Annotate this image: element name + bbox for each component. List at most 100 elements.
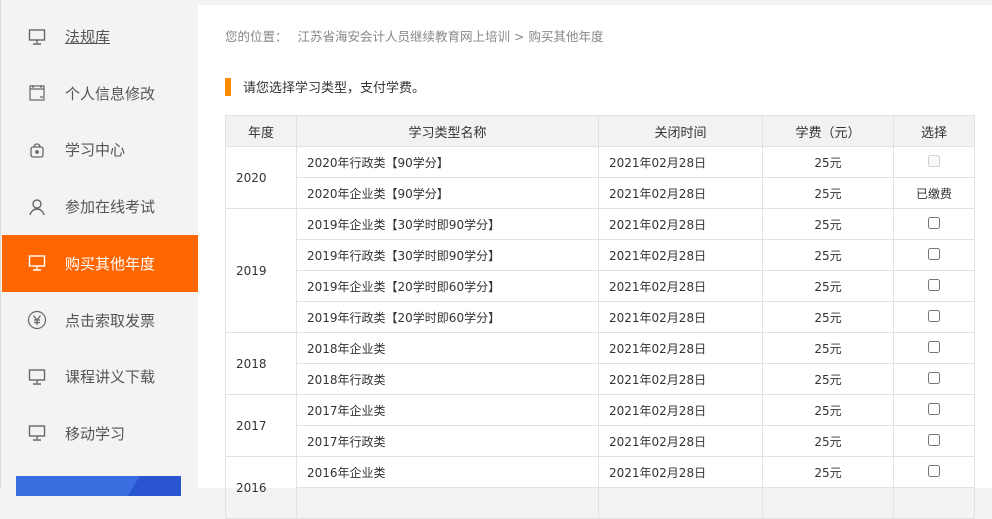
close-date (598, 487, 763, 519)
close-date: 2021年02月28日 (598, 363, 763, 395)
close-date: 2021年02月28日 (598, 301, 763, 333)
type-name: 2018年行政类 (296, 363, 599, 395)
main-content: 您的位置： 江苏省海安会计人员继续教育网上培训 > 购买其他年度 请您选择学习类型，支… (198, 5, 992, 519)
table-row: 2019年行政类【30学时即90学分】 2021年02月28日 25元 (226, 239, 975, 271)
close-date: 2021年02月28日 (598, 177, 763, 209)
type-name: 2019年企业类【20学时即60学分】 (296, 270, 599, 302)
select-checkbox[interactable] (928, 309, 940, 322)
sidebar-item-label: 法规库 (65, 28, 111, 46)
fee (762, 487, 894, 519)
bag-icon (26, 139, 48, 161)
calendar-icon (26, 82, 48, 104)
sidebar-item-label: 购买其他年度 (65, 254, 156, 273)
sidebar-item-1[interactable]: 个人信息修改 (2, 65, 199, 122)
sidebar-item-2[interactable]: 学习中心 (2, 121, 199, 178)
breadcrumb-prefix: 您的位置： (225, 29, 288, 44)
sidebar-item-label: 个人信息修改 (65, 84, 156, 103)
header-select: 选择 (893, 115, 975, 147)
year-cell: 2020 (225, 146, 297, 209)
type-name: 2017年行政类 (296, 425, 599, 457)
year-cell: 2017 (225, 394, 297, 457)
fee: 25元 (762, 363, 894, 395)
year-cell: 2018 (225, 332, 297, 395)
table-row: 2019年企业类【20学时即60学分】 2021年02月28日 25元 (226, 270, 975, 302)
table-row: 2019 2019年企业类【30学时即90学分】 2021年02月28日 25元 (225, 208, 975, 333)
close-date: 2021年02月28日 (598, 239, 763, 271)
sidebar-item-label: 学习中心 (65, 141, 126, 160)
select-checkbox-disabled (928, 154, 940, 167)
sidebar-item-5[interactable]: 点击索取发票 (2, 292, 199, 349)
breadcrumb-current: 购买其他年度 (528, 29, 604, 44)
breadcrumb: 您的位置： 江苏省海安会计人员继续教育网上培训 > 购买其他年度 (225, 26, 614, 45)
sidebar: 法规库个人信息修改 学习中心参加在线考试 购买其他年度 点击索取发票 课程讲义下载 移动学… (0, 0, 211, 488)
sidebar-item-label: 点击索取发票 (65, 311, 156, 330)
tip-marker (225, 77, 231, 96)
select-checkbox[interactable] (928, 433, 940, 446)
fee: 25元 (762, 456, 894, 488)
yen-icon (26, 309, 48, 331)
type-name: 2019年行政类【20学时即60学分】 (296, 301, 599, 333)
sidebar-item-label: 移动学习 (65, 424, 126, 443)
type-name: 2019年企业类【30学时即90学分】 (296, 208, 599, 240)
monitor-icon (26, 422, 48, 444)
fee: 25元 (762, 301, 894, 333)
close-date: 2021年02月28日 (598, 270, 763, 302)
fee: 25元 (762, 208, 894, 240)
breadcrumb-site-link[interactable]: 江苏省海安会计人员继续教育网上培训 (298, 29, 511, 44)
fee: 25元 (762, 177, 894, 209)
table-row: 2020年企业类【90学分】 2021年02月28日 25元 已缴费 (226, 177, 975, 209)
sidebar-item-label: 课程讲义下载 (65, 368, 156, 387)
promo-banner[interactable] (16, 476, 181, 496)
section-tip: 请您选择学习类型，支付学费。 (225, 77, 425, 96)
paid-status (893, 487, 975, 519)
sidebar-item-6[interactable]: 课程讲义下载 (2, 348, 199, 405)
sidebar-item-label: 参加在线考试 (65, 198, 156, 217)
fee: 25元 (762, 425, 894, 457)
header-fee: 学费（元） (762, 115, 894, 147)
fee: 25元 (762, 332, 894, 364)
select-checkbox[interactable] (928, 216, 940, 229)
sidebar-item-3[interactable]: 参加在线考试 (2, 178, 199, 235)
header-year: 年度 (225, 115, 297, 147)
fee: 25元 (762, 270, 894, 302)
select-checkbox[interactable] (928, 340, 940, 353)
type-name: 2019年行政类【30学时即90学分】 (296, 239, 599, 271)
sidebar-item-4[interactable]: 购买其他年度 (2, 234, 211, 292)
paid-status: 已缴费 (893, 177, 975, 209)
sidebar-item-0[interactable]: 法规库 (2, 8, 199, 65)
table-row: 2016 2016年企业类 2021年02月28日 25元 (225, 456, 975, 519)
table-row: 2018年行政类 2021年02月28日 25元 (226, 363, 975, 395)
table-row: 2017年行政类 2021年02月28日 25元 (226, 425, 975, 457)
type-name: 2018年企业类 (296, 332, 599, 364)
user-icon (26, 196, 48, 218)
header-name: 学习类型名称 (296, 115, 599, 147)
type-name: 2016年企业类 (296, 456, 599, 488)
close-date: 2021年02月28日 (598, 146, 763, 178)
table-row (226, 487, 975, 519)
type-name: 2020年行政类【90学分】 (296, 146, 599, 178)
fee: 25元 (762, 394, 894, 426)
type-name: 2017年企业类 (296, 394, 599, 426)
select-checkbox[interactable] (928, 402, 940, 415)
close-date: 2021年02月28日 (598, 456, 763, 488)
tip-text: 请您选择学习类型，支付学费。 (243, 81, 426, 96)
monitor-icon (26, 252, 48, 274)
select-checkbox[interactable] (928, 464, 940, 477)
study-type-table: 年度 学习类型名称 关闭时间 学费（元） 选择 2020 2020年行政类【90学… (225, 115, 975, 519)
close-date: 2021年02月28日 (598, 208, 763, 240)
fee: 25元 (762, 146, 894, 178)
select-checkbox[interactable] (928, 371, 940, 384)
table-row: 2020 2020年行政类【90学分】 2021年02月28日 25元 (225, 146, 975, 209)
type-name (296, 487, 599, 519)
year-cell: 2019 (225, 208, 297, 333)
select-checkbox[interactable] (928, 247, 940, 260)
monitor-icon (26, 26, 48, 48)
close-date: 2021年02月28日 (598, 425, 763, 457)
close-date: 2021年02月28日 (598, 332, 763, 364)
type-name: 2020年企业类【90学分】 (296, 177, 599, 209)
sidebar-item-7[interactable]: 移动学习 (2, 405, 199, 462)
select-checkbox[interactable] (928, 278, 940, 291)
breadcrumb-separator: > (514, 29, 525, 44)
monitor-icon (26, 366, 48, 388)
table-row: 2019年行政类【20学时即60学分】 2021年02月28日 25元 (226, 301, 975, 333)
